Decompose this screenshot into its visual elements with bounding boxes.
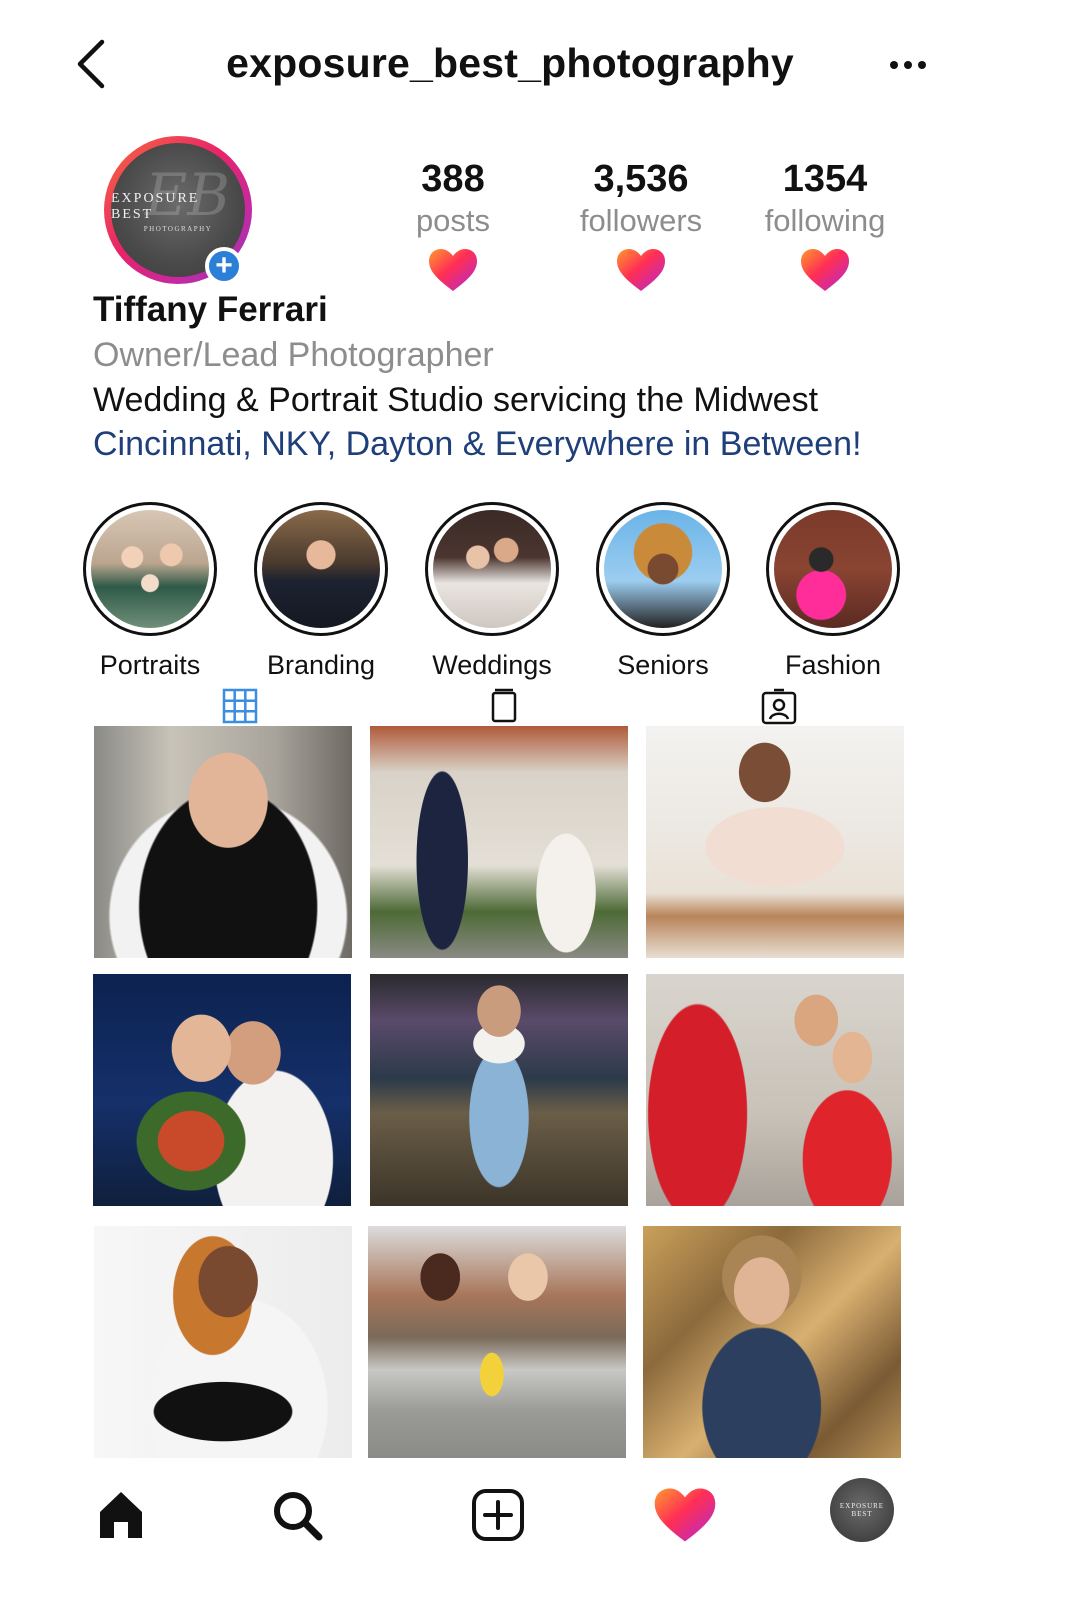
highlight-fashion[interactable]: Fashion [763, 502, 903, 681]
highlight-thumbnail [262, 510, 380, 628]
highlight-label: Weddings [432, 650, 552, 680]
grid-post[interactable] [93, 974, 351, 1206]
profile-name: Tiffany Ferrari [93, 290, 328, 329]
home-icon[interactable] [86, 1480, 156, 1550]
grid-post[interactable] [646, 974, 904, 1206]
create-post-icon[interactable] [463, 1480, 533, 1550]
following-count: 1354 [782, 158, 868, 200]
avatar-brand-text: EXPOSURE BEST [111, 191, 200, 222]
highlight-label: Branding [266, 650, 376, 680]
highlight-branding[interactable]: Branding [251, 502, 391, 681]
stat-followers[interactable]: 3,536 followers [556, 158, 726, 298]
highlight-label: Fashion [784, 650, 882, 680]
highlight-portraits[interactable]: Portraits [80, 502, 220, 681]
highlight-thumbnail [91, 510, 209, 628]
posts-count: 388 [421, 158, 485, 200]
grid-tab-icon[interactable] [222, 688, 262, 728]
following-label: following [764, 203, 886, 238]
add-story-button[interactable]: + [205, 247, 243, 285]
stat-following[interactable]: 1354 following [740, 158, 910, 298]
page-title: exposure_best_photography [226, 40, 794, 86]
profile-bio: Wedding & Portrait Studio servicing the … [93, 381, 819, 419]
reels-tab-icon[interactable] [486, 688, 526, 728]
followers-count: 3,536 [593, 158, 689, 200]
tagged-tab-icon[interactable] [760, 688, 800, 728]
more-options-icon[interactable] [890, 50, 940, 80]
grid-post[interactable] [94, 1226, 352, 1458]
heart-icon [801, 249, 849, 291]
grid-post[interactable] [368, 1226, 626, 1458]
grid-post[interactable] [370, 974, 628, 1206]
profile-header: exposure_best_photography [0, 0, 1080, 130]
back-icon[interactable] [72, 38, 112, 90]
stat-posts[interactable]: 388 posts [368, 158, 538, 298]
highlight-thumbnail [433, 510, 551, 628]
highlight-weddings[interactable]: Weddings [422, 502, 562, 681]
highlight-label: Portraits [99, 650, 201, 680]
profile-location-link[interactable]: Cincinnati, NKY, Dayton & Everywhere in … [93, 425, 862, 464]
grid-post[interactable] [94, 726, 352, 958]
posts-label: posts [415, 203, 491, 238]
followers-label: followers [579, 203, 703, 238]
highlight-label: Seniors [617, 650, 709, 680]
activity-heart-icon[interactable] [650, 1480, 720, 1550]
heart-icon [429, 249, 477, 291]
profile-nav-avatar[interactable]: EXPOSURE BEST [830, 1478, 894, 1542]
heart-icon [617, 249, 665, 291]
highlight-thumbnail [604, 510, 722, 628]
highlight-seniors[interactable]: Seniors [593, 502, 733, 681]
profile-category: Owner/Lead Photographer [93, 336, 494, 374]
grid-post[interactable] [643, 1226, 901, 1458]
grid-post[interactable] [370, 726, 628, 958]
search-icon[interactable] [262, 1480, 332, 1550]
avatar-brand-subtext: PHOTOGRAPHY [143, 225, 213, 233]
highlight-thumbnail [774, 510, 892, 628]
nav-avatar-brand-text: EXPOSURE BEST [839, 1502, 885, 1518]
grid-post[interactable] [646, 726, 904, 958]
